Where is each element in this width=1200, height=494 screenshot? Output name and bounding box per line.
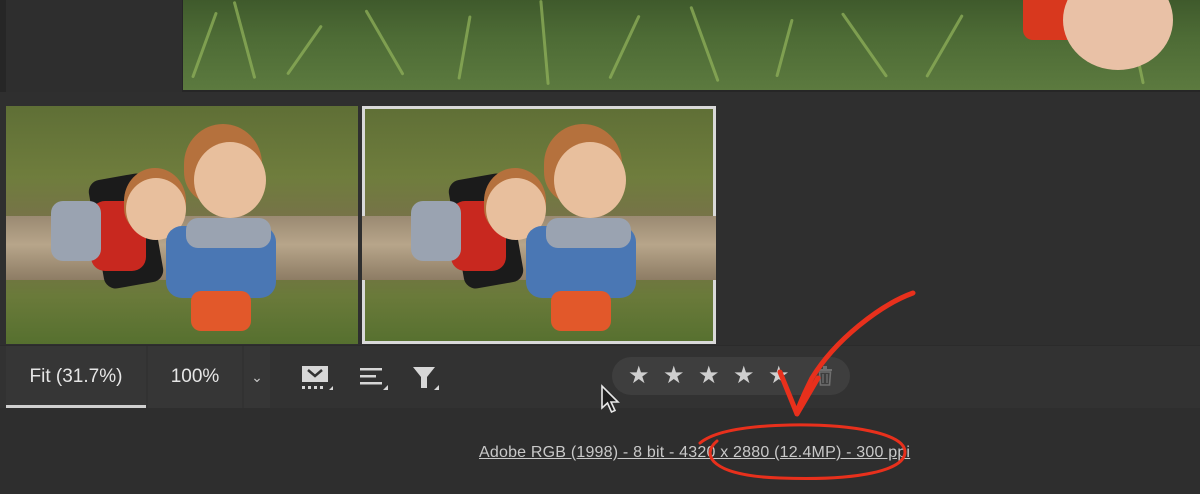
star-rating: ★ ★ ★ ★ ★ <box>612 357 850 395</box>
star-icon[interactable]: ★ <box>768 361 790 391</box>
trash-icon[interactable] <box>815 365 835 387</box>
fit-zoom-button[interactable]: Fit (31.7%) <box>6 346 146 408</box>
file-info-link[interactable]: Adobe RGB (1998) - 8 bit - 4320 x 2880 (… <box>479 444 910 462</box>
photo-hand <box>1063 0 1173 70</box>
star-icon[interactable]: ★ <box>628 361 650 391</box>
zoom-100-button[interactable]: 100% <box>148 346 242 408</box>
thumbnail-view-icon[interactable] <box>300 364 333 392</box>
photo-thumbnail-selected[interactable] <box>362 106 716 344</box>
large-photo-preview[interactable] <box>183 0 1200 90</box>
star-icon[interactable]: ★ <box>698 361 720 391</box>
star-icon[interactable]: ★ <box>733 361 755 391</box>
status-bar: Adobe RGB (1998) - 8 bit - 4320 x 2880 (… <box>0 408 1200 494</box>
top-preview-empty-cell <box>6 0 182 92</box>
mouse-cursor-icon <box>600 384 622 414</box>
top-preview-strip <box>0 0 1200 92</box>
star-icon[interactable]: ★ <box>663 361 685 391</box>
filmstrip <box>0 92 1200 345</box>
filter-icon[interactable] <box>410 364 442 392</box>
sort-icon[interactable] <box>358 364 390 392</box>
photo-thumbnail[interactable] <box>6 106 358 344</box>
chevron-down-icon[interactable]: ⌄ <box>244 346 270 408</box>
